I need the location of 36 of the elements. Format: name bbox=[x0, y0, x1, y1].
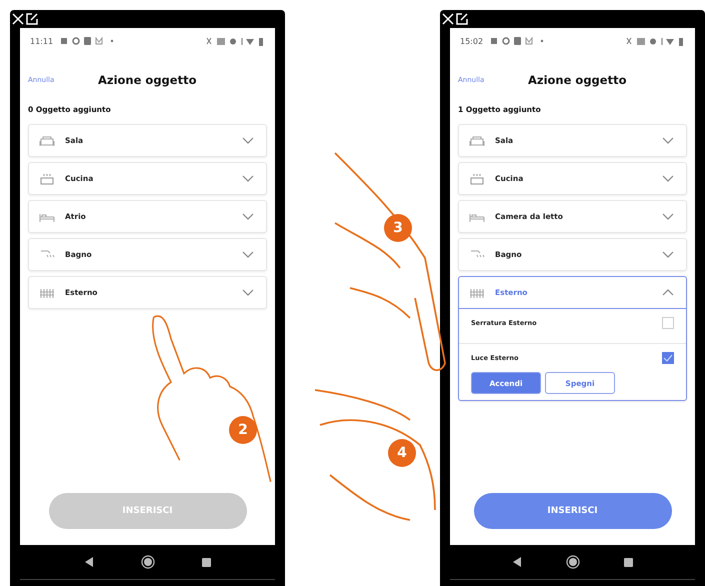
home-icon[interactable] bbox=[566, 555, 580, 569]
chevron-down-icon bbox=[662, 251, 674, 258]
system-icons bbox=[625, 36, 685, 46]
close-icon[interactable] bbox=[12, 13, 24, 25]
sofa-icon bbox=[39, 134, 55, 146]
screen-title: Azione oggetto bbox=[528, 73, 626, 87]
chevron-up-icon bbox=[662, 289, 674, 296]
screen-title: Azione oggetto bbox=[98, 73, 196, 87]
chevron-down-icon bbox=[662, 175, 674, 182]
edit-icon[interactable] bbox=[26, 13, 38, 25]
device-checkbox[interactable] bbox=[662, 317, 674, 329]
pot-icon bbox=[39, 172, 55, 184]
fence-icon bbox=[39, 286, 55, 298]
close-icon[interactable] bbox=[442, 13, 454, 25]
chevron-down-icon bbox=[242, 289, 254, 296]
device-checkbox[interactable] bbox=[662, 352, 674, 364]
sofa-icon bbox=[469, 134, 485, 146]
recents-icon[interactable] bbox=[202, 558, 212, 566]
recents-icon[interactable] bbox=[624, 558, 633, 566]
home-icon[interactable] bbox=[140, 555, 155, 569]
back-icon[interactable] bbox=[84, 557, 94, 567]
status-time: 11:11 bbox=[30, 36, 54, 46]
back-icon[interactable] bbox=[512, 557, 522, 567]
chevron-down-icon bbox=[242, 213, 254, 220]
edit-icon[interactable] bbox=[456, 13, 468, 25]
chevron-down-icon bbox=[242, 137, 254, 144]
chevron-down-icon bbox=[242, 251, 254, 258]
chevron-down-icon bbox=[662, 137, 674, 144]
chevron-down-icon bbox=[662, 213, 674, 220]
status-time: 15:02 bbox=[460, 36, 484, 46]
step-badge: 3 bbox=[384, 214, 412, 242]
chevron-down-icon bbox=[242, 175, 254, 182]
pot-icon bbox=[469, 172, 485, 184]
fence-icon bbox=[469, 286, 485, 298]
system-icons bbox=[205, 36, 265, 46]
step-badge: 4 bbox=[388, 439, 416, 467]
